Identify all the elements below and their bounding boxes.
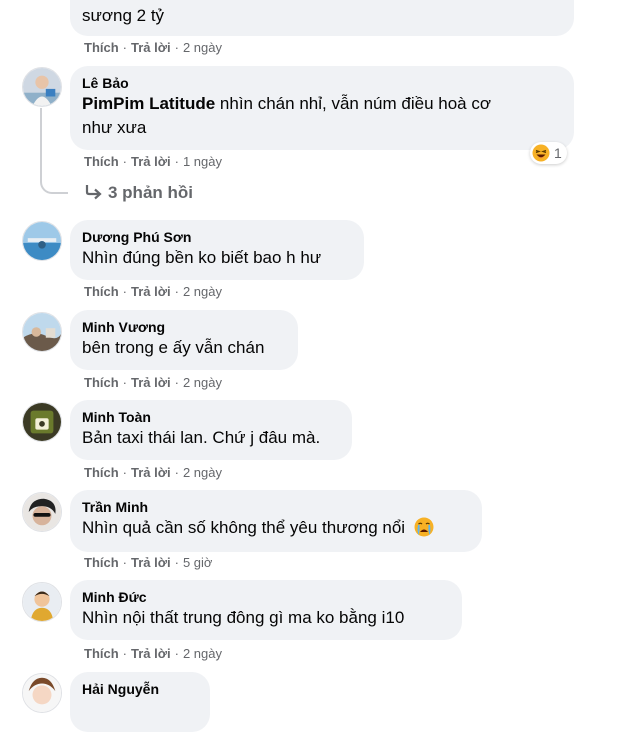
comment-author[interactable]: Trần Minh	[82, 498, 470, 516]
like-button[interactable]: Thích	[84, 465, 119, 480]
comment-bubble: sương 2 tỷ	[70, 0, 574, 36]
comment-bubble: Lê Bảo PimPim Latitude nhìn chán nhỉ, vẫ…	[70, 66, 574, 150]
like-button[interactable]: Thích	[84, 40, 119, 55]
avatar[interactable]	[22, 67, 62, 107]
comment-time[interactable]: 5 giờ	[183, 555, 213, 570]
like-button[interactable]: Thích	[84, 646, 119, 661]
reply-arrow-icon	[85, 185, 102, 200]
avatar[interactable]	[22, 673, 62, 713]
comment-text: Bản taxi thái lan. Chứ j đâu mà.	[82, 428, 321, 447]
avatar[interactable]	[22, 221, 62, 261]
like-button[interactable]: Thích	[84, 154, 119, 169]
comment-text-line2: như xưa	[82, 118, 147, 137]
comment-time[interactable]: 2 ngày	[183, 465, 222, 480]
avatar-image	[23, 313, 61, 351]
avatar-image	[23, 493, 61, 531]
comment-text: PimPim Latitude nhìn chán nhỉ, vẫn núm đ…	[82, 92, 562, 116]
comment-author[interactable]: Minh Vương	[82, 318, 286, 336]
like-button[interactable]: Thích	[84, 375, 119, 390]
comment-bubble: Minh Toàn Bản taxi thái lan. Chứ j đâu m…	[70, 400, 352, 460]
crying-emoji-icon	[414, 517, 434, 537]
comment-time[interactable]: 2 ngày	[183, 40, 222, 55]
reply-button[interactable]: Trả lời	[131, 465, 171, 480]
reply-button[interactable]: Trả lời	[131, 154, 171, 169]
comment-bubble: Dương Phú Sơn Nhìn đúng bền ko biết bao …	[70, 220, 364, 280]
comment-time[interactable]: 2 ngày	[183, 284, 222, 299]
comment-time[interactable]: 2 ngày	[183, 646, 222, 661]
comment-text: Nhìn đúng bền ko biết bao h hư	[82, 248, 322, 267]
comment-actions: Thích · Trả lời · 2 ngày	[84, 375, 222, 390]
comment-time[interactable]: 2 ngày	[183, 375, 222, 390]
comment-author[interactable]: Hải Nguyễn	[82, 680, 198, 698]
avatar[interactable]	[22, 402, 62, 442]
view-replies-link[interactable]: 3 phản hồi	[84, 183, 193, 203]
comment-text: Nhìn quả cần số không thể yêu thương nổi	[82, 516, 470, 540]
comment-actions: Thích · Trả lời · 2 ngày	[84, 284, 222, 299]
comment-actions: Thích · Trả lời · 1 ngày	[84, 154, 222, 169]
comment-bubble: Hải Nguyễn	[70, 672, 210, 732]
comment-text-body: Nhìn quả cần số không thể yêu thương nổi	[82, 518, 406, 537]
like-button[interactable]: Thích	[84, 555, 119, 570]
comment-author[interactable]: Lê Bảo	[82, 74, 562, 92]
avatar[interactable]	[22, 312, 62, 352]
comment-author[interactable]: Minh Toàn	[82, 408, 340, 426]
view-replies-label: 3 phản hồi	[108, 183, 193, 202]
avatar[interactable]	[22, 582, 62, 622]
comment-time[interactable]: 1 ngày	[183, 154, 222, 169]
avatar-image	[23, 222, 61, 260]
thread-connector-line	[40, 108, 68, 194]
mention-link[interactable]: PimPim Latitude	[82, 94, 215, 113]
comment-text: sương 2 tỷ	[82, 6, 165, 25]
laughing-emoji-icon	[532, 144, 550, 162]
comment-bubble: Minh Vương bên trong e ấy vẫn chán	[70, 310, 298, 370]
comment-text: Nhìn nội thất trung đông gì ma ko bằng i…	[82, 608, 405, 627]
comment-author[interactable]: Dương Phú Sơn	[82, 228, 352, 246]
comment-text: bên trong e ấy vẫn chán	[82, 338, 265, 357]
comment-bubble: Minh Đức Nhìn nội thất trung đông gì ma …	[70, 580, 462, 640]
reply-button[interactable]: Trả lời	[131, 375, 171, 390]
comment-actions: Thích · Trả lời · 2 ngày	[84, 646, 222, 661]
comment-actions: Thích · Trả lời · 2 ngày	[84, 40, 222, 55]
comment-text-line1: nhìn chán nhỉ, vẫn núm điều hoà cơ	[219, 94, 491, 113]
avatar-image	[23, 583, 61, 621]
like-button[interactable]: Thích	[84, 284, 119, 299]
avatar[interactable]	[22, 492, 62, 532]
reaction-badge[interactable]: 1	[530, 142, 567, 164]
comment-actions: Thích · Trả lời · 5 giờ	[84, 555, 213, 570]
reply-button[interactable]: Trả lời	[131, 284, 171, 299]
reaction-count: 1	[554, 145, 562, 161]
avatar-image	[23, 68, 61, 106]
comment-bubble: Trần Minh Nhìn quả cần số không thể yêu …	[70, 490, 482, 552]
avatar-image	[23, 403, 61, 441]
avatar-image	[23, 674, 61, 712]
comment-actions: Thích · Trả lời · 2 ngày	[84, 465, 222, 480]
comment-author[interactable]: Minh Đức	[82, 588, 450, 606]
reply-button[interactable]: Trả lời	[131, 555, 171, 570]
reply-button[interactable]: Trả lời	[131, 646, 171, 661]
reply-button[interactable]: Trả lời	[131, 40, 171, 55]
